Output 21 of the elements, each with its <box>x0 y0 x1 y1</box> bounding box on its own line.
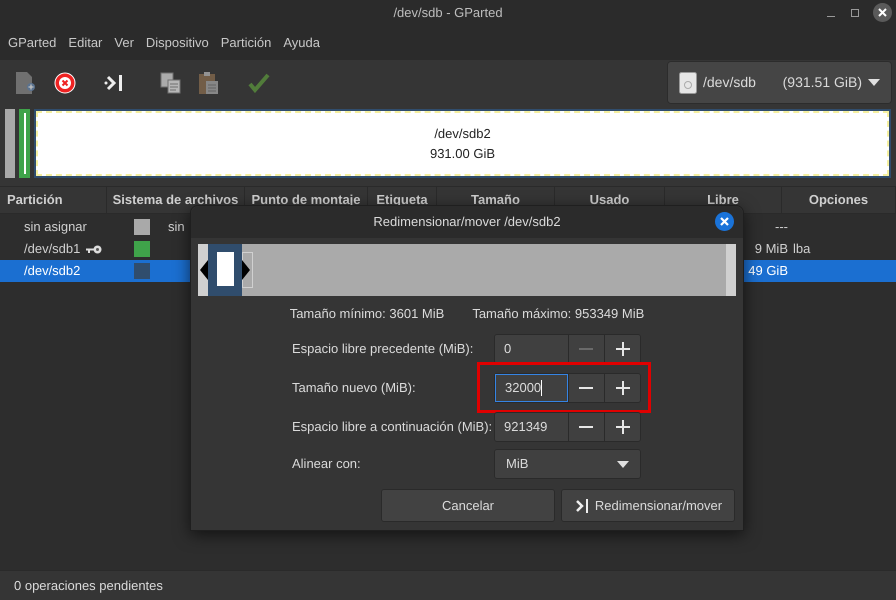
field-label: Espacio libre a continuación (MiB): <box>292 418 494 436</box>
table-cell-text: --- <box>775 218 788 236</box>
table-cell-text: sin asignar <box>24 218 87 236</box>
status-text: 0 operaciones pendientes <box>14 576 163 595</box>
partition-size: 931.00 GiB <box>430 144 496 162</box>
maximum-size-text: Tamaño máximo: 953349 MiB <box>472 305 644 324</box>
table-cell-text: /dev/sdb1 <box>24 240 80 258</box>
table-cell-text: sin <box>168 218 185 236</box>
device-name: /dev/sdb <box>703 73 756 92</box>
table-cell: lba <box>793 241 810 256</box>
table-cell-text: /dev/sdb2 <box>24 262 80 280</box>
field-label: Alinear con: <box>292 455 362 474</box>
field-label: Espacio libre precedente (MiB): <box>292 340 474 358</box>
device-size: (931.51 GiB) <box>782 73 862 92</box>
dialog-title: Redimensionar/mover /dev/sdb2 <box>373 213 561 232</box>
minimum-size-text: Tamaño mínimo: 3601 MiB <box>290 305 444 324</box>
field-label: Tamaño nuevo (MiB): <box>292 379 417 398</box>
partition-label: /dev/sdb2 <box>434 125 491 143</box>
table-cell-text: 49 GiB <box>748 262 788 280</box>
window-title: /dev/sdb - GParted <box>393 4 503 22</box>
table-cell-text: 9 MiB <box>754 240 788 258</box>
